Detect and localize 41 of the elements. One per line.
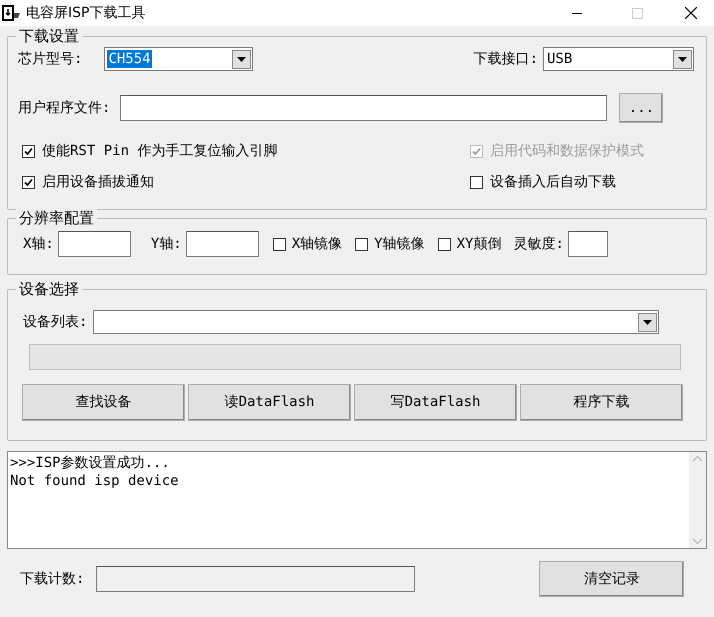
group-title: 设备选择 — [16, 280, 82, 298]
field-label: Y轴: — [150, 234, 182, 254]
x-axis-field[interactable] — [58, 231, 131, 257]
checkbox[interactable] — [438, 238, 451, 250]
field-label: 设备列表: — [23, 312, 88, 332]
checkbox-label: 设备插入后自动下载 — [490, 173, 616, 192]
checkbox[interactable] — [22, 145, 35, 158]
checkbox-label: 启用设备插拔通知 — [42, 173, 154, 192]
close-icon[interactable] — [685, 7, 697, 19]
field-label: 下载接口: — [474, 50, 538, 68]
y-axis-field[interactable] — [186, 231, 259, 257]
dropdown[interactable]: USB — [543, 47, 694, 71]
browse-button[interactable]: ... — [619, 93, 664, 123]
log-text: >>>ISP参数设置成功... Not found isp device — [9, 454, 180, 491]
checkbox[interactable] — [22, 176, 35, 189]
sensitivity-field[interactable] — [568, 231, 608, 257]
dropdown[interactable]: CH554 — [104, 47, 254, 71]
field-label: 下载计数: — [20, 570, 84, 588]
file-path-field[interactable] — [120, 95, 608, 121]
action-button[interactable]: 写DataFlash — [354, 384, 517, 421]
checkbox[interactable] — [272, 238, 286, 250]
action-button[interactable]: 程序下载 — [520, 384, 683, 421]
checkbox-label: X轴镜像 — [292, 234, 342, 254]
checkbox-label: Y轴镜像 — [374, 234, 425, 254]
clear-button[interactable]: 清空记录 — [539, 561, 684, 597]
checkbox-label: XY颠倒 — [456, 234, 502, 254]
window-title: 电容屏ISP下载工具 — [26, 4, 146, 22]
checkbox[interactable] — [470, 176, 483, 189]
checkbox[interactable] — [355, 238, 368, 250]
field-label: 灵敏度: — [513, 234, 564, 254]
minimize-icon[interactable] — [572, 12, 582, 14]
group-title: 下载设置 — [16, 27, 82, 45]
field-label: X轴: — [23, 234, 54, 254]
checkbox-label: 使能RST Pin 作为手工复位输入引脚 — [42, 142, 278, 161]
action-button[interactable]: 读DataFlash — [188, 384, 351, 421]
checkbox-label: 启用代码和数据保护模式 — [490, 142, 644, 161]
field-label: 用户程序文件: — [18, 98, 110, 118]
device-dropdown[interactable] — [93, 310, 660, 334]
action-button[interactable]: 查找设备 — [22, 384, 185, 421]
field-label: 芯片型号: — [18, 50, 82, 68]
group-title: 分辨率配置 — [16, 209, 97, 227]
